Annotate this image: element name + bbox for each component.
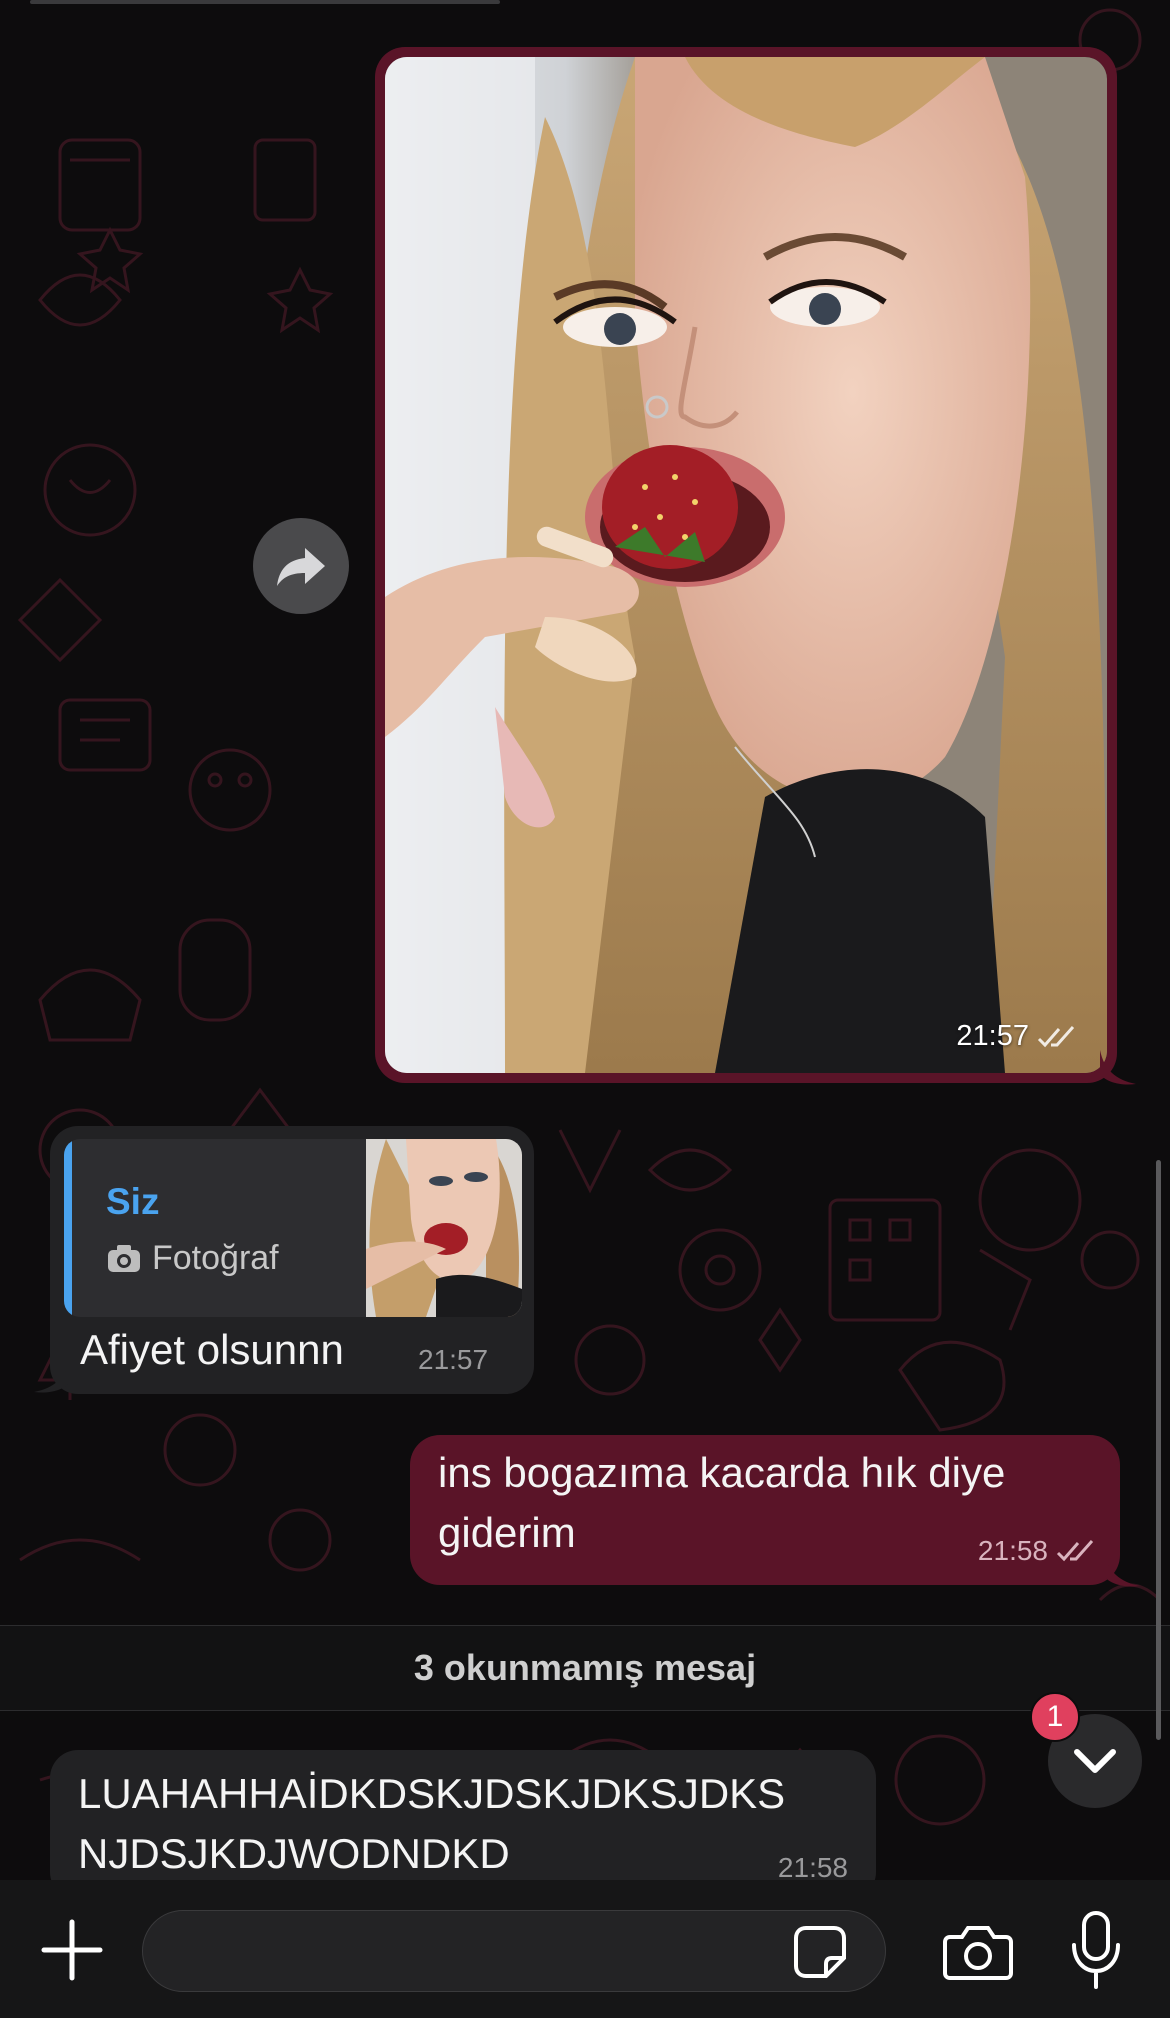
outgoing-text-line-2: giderim	[438, 1509, 576, 1556]
sticker-icon	[794, 1926, 846, 1978]
outgoing-bubble-tail	[1104, 1552, 1140, 1587]
reply-time: 21:57	[418, 1344, 489, 1375]
outgoing-timestamp: 21:58	[978, 1535, 1096, 1567]
chevron-down-icon	[1074, 1749, 1116, 1773]
double-check-icon	[1037, 1025, 1075, 1047]
incoming-text-line-2: NJDSJKDJWODNDKD	[78, 1830, 510, 1877]
outgoing-text-line-1: ins bogazıma kacarda hık diye	[438, 1449, 1006, 1496]
message-input[interactable]	[142, 1910, 886, 1992]
reply-message-bubble[interactable]: Siz Fotoğraf Afiyet olsunnn 21:57	[50, 1126, 534, 1394]
quoted-type-label: Fotoğraf	[152, 1239, 279, 1277]
quoted-photo-thumbnail	[366, 1139, 522, 1317]
sticker-button[interactable]	[790, 1922, 850, 1982]
double-check-icon	[1056, 1540, 1094, 1562]
plus-icon	[41, 1919, 103, 1981]
reply-message-time: 21:57	[418, 1344, 488, 1376]
camera-button[interactable]	[940, 1916, 1016, 1988]
camera-icon	[108, 1244, 140, 1272]
camera-icon	[943, 1926, 1013, 1980]
scrollbar[interactable]	[1156, 1160, 1161, 1740]
quoted-sender: Siz	[106, 1181, 160, 1222]
unread-divider-label: 3 okunmamış mesaj	[413, 1647, 757, 1688]
quoted-type: Fotoğraf	[106, 1239, 279, 1278]
incoming-text-line-1: LUAHAHHAİDKDSKJDSKJDKSJDKS	[78, 1770, 786, 1817]
microphone-icon	[1072, 1911, 1120, 1989]
photo-timestamp: 21:57	[956, 1020, 1077, 1053]
quoted-message[interactable]: Siz Fotoğraf	[64, 1139, 522, 1317]
reply-message-text: Afiyet olsunnn	[80, 1326, 344, 1373]
photo-bubble-tail	[1100, 1050, 1136, 1085]
incoming-text-bubble[interactable]: LUAHAHHAİDKDSKJDSKJDKSJDKS NJDSJKDJWODND…	[50, 1750, 876, 1900]
photo-time: 21:57	[956, 1020, 1029, 1052]
top-divider	[30, 0, 500, 4]
outgoing-time: 21:58	[977, 1535, 1048, 1566]
quote-accent-bar	[64, 1139, 72, 1317]
reply-bubble-tail	[34, 1358, 70, 1393]
photo-message-bubble[interactable]: 21:57	[375, 47, 1117, 1083]
shared-photo[interactable]: 21:57	[385, 57, 1107, 1073]
microphone-button[interactable]	[1064, 1908, 1128, 1994]
outgoing-text-bubble[interactable]: ins bogazıma kacarda hık diye giderim 21…	[410, 1435, 1120, 1585]
forward-button[interactable]	[253, 518, 349, 614]
unread-messages-divider: 3 okunmamış mesaj	[0, 1625, 1170, 1711]
unread-count-badge: 1	[1030, 1692, 1080, 1742]
attach-button[interactable]	[36, 1914, 108, 1986]
forward-arrow-icon	[277, 548, 325, 586]
